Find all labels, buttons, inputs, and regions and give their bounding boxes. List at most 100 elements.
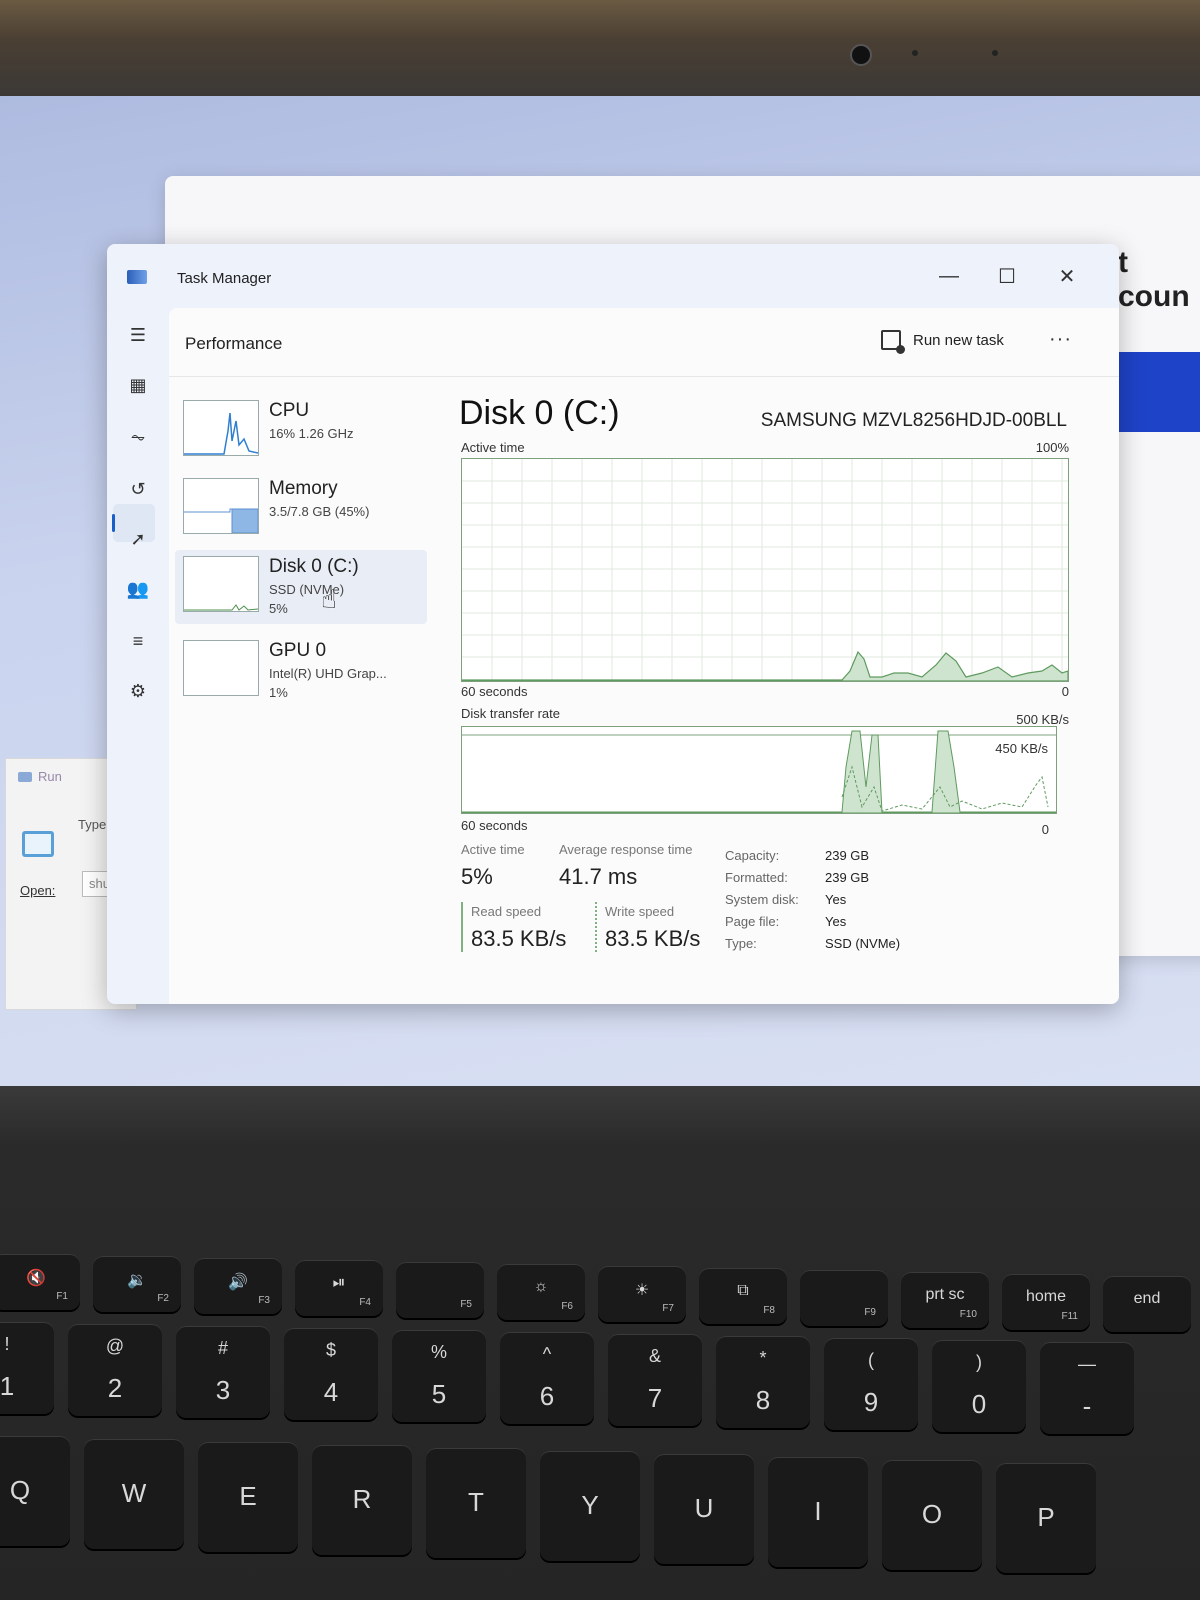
key-w[interactable]: W xyxy=(84,1439,184,1549)
fn-key-f4[interactable]: ⏯ F4 xyxy=(295,1260,383,1316)
key-q[interactable]: Q xyxy=(0,1436,70,1546)
maximize-button[interactable]: ☐ xyxy=(987,258,1027,294)
main-content: Performance Run new task ··· CPU 16% 1.2… xyxy=(169,308,1119,1004)
resource-item-memory[interactable]: Memory 3.5/7.8 GB (45%) xyxy=(175,472,427,546)
formatted-value: 239 GB xyxy=(825,870,870,885)
key-2[interactable]: @2 xyxy=(68,1324,162,1416)
users-icon[interactable]: 👥 xyxy=(123,574,153,604)
task-manager-window: Task Manager — ☐ ✕ ☰▦⏦↺➚👥≡⚙ ⚙ Performanc… xyxy=(107,244,1119,1004)
services-icon[interactable]: ⚙ xyxy=(123,676,153,706)
sensor-dot xyxy=(992,50,998,56)
write-speed-indicator xyxy=(595,902,597,952)
system-disk-value: Yes xyxy=(825,892,847,907)
app-history-icon[interactable]: ↺ xyxy=(123,474,153,504)
key-glyph: prt sc xyxy=(925,1286,965,1303)
more-options-button[interactable]: ··· xyxy=(1049,328,1072,351)
resource-item-gpu[interactable]: GPU 0 Intel(R) UHD Grap... 1% xyxy=(175,634,427,708)
run-task-icon xyxy=(881,330,905,354)
read-speed-indicator xyxy=(461,902,463,952)
resource-name: Disk 0 (C:) xyxy=(269,556,359,577)
key-7[interactable]: & 7 xyxy=(608,1334,702,1426)
key-shift-label: ) xyxy=(976,1352,982,1372)
active-time-stat-label: Active time xyxy=(461,842,525,857)
key-o[interactable]: O xyxy=(882,1460,982,1570)
key-fn-label: F3 xyxy=(258,1295,270,1306)
key-glyph: home xyxy=(1025,1288,1067,1305)
key-1[interactable]: ! 1 xyxy=(0,1322,54,1414)
key-i[interactable]: I xyxy=(768,1457,868,1567)
key-3[interactable]: #3 xyxy=(176,1326,270,1418)
key--[interactable]: — - xyxy=(1040,1342,1134,1434)
read-speed-label: Read speed xyxy=(471,904,542,919)
startup-apps-icon[interactable]: ➚ xyxy=(123,524,153,554)
fn-key-f8[interactable]: ⧉ F8 xyxy=(699,1268,787,1324)
capacity-value: 239 GB xyxy=(825,848,870,863)
key-e[interactable]: E xyxy=(198,1442,298,1552)
task-manager-icon xyxy=(127,270,147,284)
fn-key-f10[interactable]: prt sc F10 xyxy=(901,1272,989,1328)
key-fn-label: F8 xyxy=(763,1305,775,1316)
key-label: R xyxy=(352,1484,372,1514)
cpu-thumbnail-graph xyxy=(183,400,259,456)
key-6[interactable]: ^ 6 xyxy=(500,1332,594,1424)
active-time-graph xyxy=(462,459,1068,681)
transfer-rate-duration-label: 60 seconds xyxy=(461,818,528,833)
key-shift-label: * xyxy=(759,1348,767,1368)
fn-key-f5[interactable]: F5 xyxy=(396,1262,484,1318)
resource-detail: 3.5/7.8 GB (45%) xyxy=(269,504,370,519)
system-disk-label: System disk: xyxy=(725,892,799,907)
key-label: I xyxy=(814,1496,822,1526)
active-time-min-label: 0 xyxy=(1061,684,1069,699)
fn-key-f11[interactable]: home F11 xyxy=(1002,1274,1090,1330)
sensor-dot xyxy=(912,50,918,56)
key-glyph: ☼ xyxy=(533,1278,549,1295)
background-window-banner xyxy=(1110,352,1200,432)
key-fn-label: F1 xyxy=(56,1291,68,1302)
fn-key-f1[interactable]: 🔇 F1 xyxy=(0,1254,80,1310)
navigation-rail: ☰▦⏦↺➚👥≡⚙ ⚙ xyxy=(107,308,169,1004)
active-time-max-label: 100% xyxy=(1035,440,1069,455)
key-fn-label: F5 xyxy=(460,1299,472,1310)
key-label: 2 xyxy=(107,1373,123,1403)
key-r[interactable]: R xyxy=(312,1445,412,1555)
key-label: T xyxy=(468,1487,484,1517)
key-0[interactable]: ) 0 xyxy=(932,1340,1026,1432)
key-p[interactable]: P xyxy=(996,1463,1096,1573)
key-8[interactable]: * 8 xyxy=(716,1336,810,1428)
key-9[interactable]: (9 xyxy=(824,1338,918,1430)
key-label: Q xyxy=(9,1475,31,1505)
resource-name: GPU 0 xyxy=(269,640,327,661)
fn-key-f9[interactable]: F9 xyxy=(800,1270,888,1326)
minimize-button[interactable]: — xyxy=(929,258,969,294)
active-time-duration-label: 60 seconds xyxy=(461,684,528,699)
processes-icon[interactable]: ▦ xyxy=(123,370,153,400)
fn-key-f6[interactable]: ☼ F6 xyxy=(497,1264,585,1320)
key-fn-label: F10 xyxy=(959,1309,977,1320)
fn-key-f2[interactable]: 🔉 F2 xyxy=(93,1256,181,1312)
fn-key-f7[interactable]: ☀ F7 xyxy=(598,1266,686,1322)
resource-item-disk[interactable]: Disk 0 (C:) SSD (NVMe) 5% ☝ xyxy=(175,550,427,624)
resource-item-cpu[interactable]: CPU 16% 1.26 GHz xyxy=(175,394,427,468)
key-shift-label: % xyxy=(430,1342,447,1362)
fn-key-f3[interactable]: 🔊 F3 xyxy=(194,1258,282,1314)
details-icon[interactable]: ≡ xyxy=(123,626,153,656)
title-bar[interactable]: Task Manager — ☐ ✕ xyxy=(107,244,1119,308)
key-label: Y xyxy=(581,1490,599,1520)
disk-thumbnail-graph xyxy=(183,556,259,612)
run-dialog-title: Run xyxy=(38,769,62,784)
key-y[interactable]: Y xyxy=(540,1451,640,1561)
performance-icon[interactable]: ⏦ xyxy=(123,422,153,452)
hamburger-icon[interactable]: ☰ xyxy=(123,320,153,350)
key-label: 6 xyxy=(539,1381,555,1411)
key-u[interactable]: U xyxy=(654,1454,754,1564)
resource-usage: 1% xyxy=(269,685,288,700)
transfer-rate-max-label: 500 KB/s xyxy=(1016,712,1069,727)
resource-detail: 16% 1.26 GHz xyxy=(269,426,354,441)
key-5[interactable]: % 5 xyxy=(392,1330,486,1422)
run-new-task-button[interactable]: Run new task xyxy=(881,330,1004,354)
key-glyph: ☀ xyxy=(634,1282,650,1299)
key-t[interactable]: T xyxy=(426,1448,526,1558)
close-button[interactable]: ✕ xyxy=(1047,258,1087,294)
fn-key-end[interactable]: end xyxy=(1103,1276,1191,1332)
key-4[interactable]: $4 xyxy=(284,1328,378,1420)
